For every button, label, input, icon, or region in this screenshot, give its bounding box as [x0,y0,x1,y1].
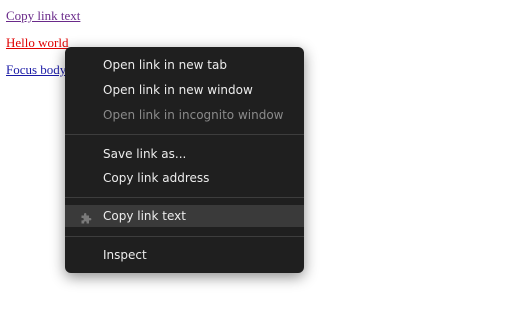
menu-item-label: Open link in incognito window [103,108,284,122]
menu-item-save-link-as[interactable]: Save link as... [65,143,304,165]
menu-item-label: Copy link text [103,209,186,223]
menu-item-open-new-window[interactable]: Open link in new window [65,79,304,101]
menu-item-open-new-tab[interactable]: Open link in new tab [65,54,304,76]
menu-item-copy-link-address[interactable]: Copy link address [65,167,304,189]
menu-item-label: Inspect [103,248,147,262]
menu-separator [65,197,304,198]
menu-item-label: Open link in new tab [103,58,227,72]
copy-link-text-link[interactable]: Copy link text [6,8,80,24]
menu-separator [65,134,304,135]
focus-body-link[interactable]: Focus body [6,62,66,78]
puzzle-icon [80,210,92,224]
context-menu: Open link in new tab Open link in new wi… [65,47,304,273]
menu-item-label: Copy link address [103,171,210,185]
menu-item-inspect[interactable]: Inspect [65,244,304,266]
hello-world-link[interactable]: Hello world [6,35,68,51]
menu-item-open-incognito: Open link in incognito window [65,104,304,126]
menu-separator [65,236,304,237]
menu-item-label: Open link in new window [103,83,253,97]
menu-item-copy-link-text[interactable]: Copy link text [65,205,304,227]
menu-item-label: Save link as... [103,147,187,161]
